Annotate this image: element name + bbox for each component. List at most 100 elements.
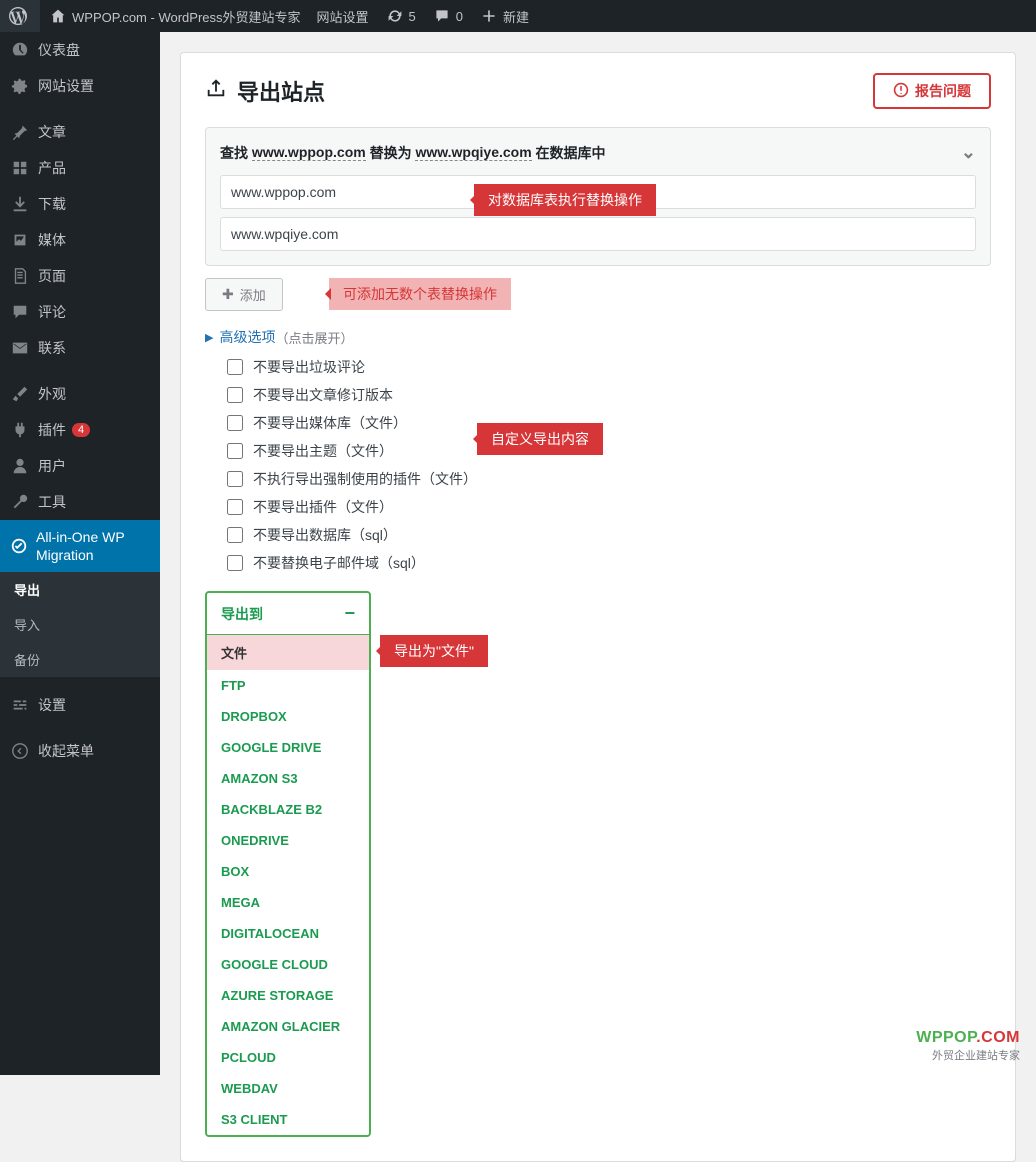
site-home-link[interactable]: WPPOP.com - WordPress外贸建站专家 xyxy=(40,0,309,32)
report-issue-button[interactable]: 报告问题 xyxy=(873,73,991,109)
export-target-文件[interactable]: 文件 xyxy=(207,635,369,670)
sidebar-item-plugins[interactable]: 插件 4 xyxy=(0,412,160,448)
export-target-ftp[interactable]: FTP xyxy=(207,670,369,701)
sliders-icon xyxy=(10,695,30,715)
checkbox[interactable] xyxy=(227,443,243,459)
sidebar-item-comments[interactable]: 评论 xyxy=(0,294,160,330)
advanced-option-0[interactable]: 不要导出垃圾评论 xyxy=(227,357,991,377)
export-target-onedrive[interactable]: ONEDRIVE xyxy=(207,825,369,856)
export-target-webdav[interactable]: WEBDAV xyxy=(207,1073,369,1104)
sidebar-item-posts[interactable]: 文章 xyxy=(0,114,160,150)
user-icon xyxy=(10,456,30,476)
export-card: 导出站点 报告问题 查找 www.wppop.com 替换为 www.wpqiy… xyxy=(180,52,1016,1162)
wrench-icon xyxy=(10,492,30,512)
advanced-option-3[interactable]: 不要导出主题（文件） xyxy=(227,441,991,461)
export-target-pcloud[interactable]: PCLOUD xyxy=(207,1042,369,1073)
checkbox[interactable] xyxy=(227,387,243,403)
export-target-azure-storage[interactable]: AZURE STORAGE xyxy=(207,980,369,1011)
site-title: WPPOP.com - WordPress外贸建站专家 xyxy=(72,7,301,26)
export-target-s3-client[interactable]: S3 CLIENT xyxy=(207,1104,369,1135)
sidebar-sub-backup[interactable]: 备份 xyxy=(0,642,160,677)
export-target-backblaze-b2[interactable]: BACKBLAZE B2 xyxy=(207,794,369,825)
home-icon xyxy=(48,6,68,26)
export-target-amazon-glacier[interactable]: AMAZON GLACIER xyxy=(207,1011,369,1042)
download-icon xyxy=(10,194,30,214)
admin-bar-site-settings[interactable]: 网站设置 xyxy=(309,0,377,32)
export-target-dropbox[interactable]: DROPBOX xyxy=(207,701,369,732)
page-icon xyxy=(10,266,30,286)
plugin-icon xyxy=(10,420,30,440)
checkbox[interactable] xyxy=(227,555,243,571)
export-target-mega[interactable]: MEGA xyxy=(207,887,369,918)
sidebar-item-appearance[interactable]: 外观 xyxy=(0,376,160,412)
dashboard-icon xyxy=(10,40,30,60)
callout-add-more: 可添加无数个表替换操作 xyxy=(329,278,511,310)
sidebar-item-pages[interactable]: 页面 xyxy=(0,258,160,294)
plus-circle-icon: ✚ xyxy=(222,286,234,303)
sidebar-item-migration[interactable]: All-in-One WP Migration xyxy=(0,520,160,572)
sidebar-item-settings[interactable]: 设置 xyxy=(0,687,160,723)
export-to-dropdown[interactable]: 导出到 − 文件FTPDROPBOXGOOGLE DRIVEAMAZON S3B… xyxy=(205,591,371,1137)
mail-icon xyxy=(10,338,30,358)
admin-sidebar: 仪表盘 网站设置 文章 产品 下载 媒体 页面 评论 联系 外观 插件 4 xyxy=(0,32,160,1075)
checkbox[interactable] xyxy=(227,415,243,431)
chevron-down-icon: ⌄ xyxy=(961,142,976,163)
triangle-right-icon: ▶ xyxy=(205,331,213,344)
admin-bar: WPPOP.com - WordPress外贸建站专家 网站设置 5 0 新建 xyxy=(0,0,1036,32)
sidebar-item-site-settings[interactable]: 网站设置 xyxy=(0,68,160,104)
advanced-option-5[interactable]: 不要导出插件（文件） xyxy=(227,497,991,517)
wordpress-icon xyxy=(8,6,28,26)
export-target-google-cloud[interactable]: GOOGLE CLOUD xyxy=(207,949,369,980)
sidebar-item-contact[interactable]: 联系 xyxy=(0,330,160,366)
brush-icon xyxy=(10,384,30,404)
export-target-digitalocean[interactable]: DIGITALOCEAN xyxy=(207,918,369,949)
gear-icon xyxy=(10,76,30,96)
checkbox[interactable] xyxy=(227,499,243,515)
comment-icon xyxy=(432,6,452,26)
pin-icon xyxy=(10,122,30,142)
find-replace-header[interactable]: 查找 www.wppop.com 替换为 www.wpqiye.com 在数据库… xyxy=(220,142,976,163)
admin-bar-updates[interactable]: 5 xyxy=(377,0,424,32)
add-replace-button[interactable]: ✚ 添加 xyxy=(205,278,283,311)
advanced-option-4[interactable]: 不执行导出强制使用的插件（文件） xyxy=(227,469,991,489)
callout-replace-db: 对数据库表执行替换操作 xyxy=(474,184,656,216)
watermark: WPPOP.COM 外贸企业建站专家 xyxy=(916,1029,1020,1063)
plugin-update-badge: 4 xyxy=(72,423,90,437)
advanced-option-7[interactable]: 不要替换电子邮件域（sql） xyxy=(227,553,991,573)
migration-icon xyxy=(10,536,28,556)
sidebar-item-downloads[interactable]: 下载 xyxy=(0,186,160,222)
checkbox[interactable] xyxy=(227,527,243,543)
export-to-header[interactable]: 导出到 − xyxy=(207,593,369,635)
find-replace-panel: 查找 www.wppop.com 替换为 www.wpqiye.com 在数据库… xyxy=(205,127,991,266)
sidebar-submenu-migration: 导出 导入 备份 xyxy=(0,572,160,677)
callout-customize: 自定义导出内容 xyxy=(477,423,603,455)
sidebar-item-users[interactable]: 用户 xyxy=(0,448,160,484)
export-target-google-drive[interactable]: GOOGLE DRIVE xyxy=(207,732,369,763)
collapse-icon xyxy=(10,741,30,761)
checkbox[interactable] xyxy=(227,359,243,375)
grid-icon xyxy=(10,158,30,178)
sidebar-item-media[interactable]: 媒体 xyxy=(0,222,160,258)
sidebar-sub-export[interactable]: 导出 xyxy=(0,572,160,607)
export-target-amazon-s3[interactable]: AMAZON S3 xyxy=(207,763,369,794)
sidebar-sub-import[interactable]: 导入 xyxy=(0,607,160,642)
export-target-box[interactable]: BOX xyxy=(207,856,369,887)
advanced-option-6[interactable]: 不要导出数据库（sql） xyxy=(227,525,991,545)
advanced-option-2[interactable]: 不要导出媒体库（文件） xyxy=(227,413,991,433)
sidebar-item-dashboard[interactable]: 仪表盘 xyxy=(0,32,160,68)
update-icon xyxy=(385,6,405,26)
admin-bar-comments[interactable]: 0 xyxy=(424,0,471,32)
sidebar-item-tools[interactable]: 工具 xyxy=(0,484,160,520)
advanced-option-1[interactable]: 不要导出文章修订版本 xyxy=(227,385,991,405)
content-area: 导出站点 报告问题 查找 www.wppop.com 替换为 www.wpqiy… xyxy=(160,32,1036,1075)
plus-icon xyxy=(479,6,499,26)
export-icon xyxy=(205,77,227,105)
checkbox[interactable] xyxy=(227,471,243,487)
comment-icon xyxy=(10,302,30,322)
wp-logo[interactable] xyxy=(0,0,40,32)
replace-input[interactable] xyxy=(220,217,976,251)
admin-bar-new[interactable]: 新建 xyxy=(471,0,537,32)
sidebar-item-products[interactable]: 产品 xyxy=(0,150,160,186)
advanced-toggle[interactable]: ▶ 高级选项 （点击展开） xyxy=(205,327,991,347)
sidebar-item-collapse[interactable]: 收起菜单 xyxy=(0,733,160,769)
